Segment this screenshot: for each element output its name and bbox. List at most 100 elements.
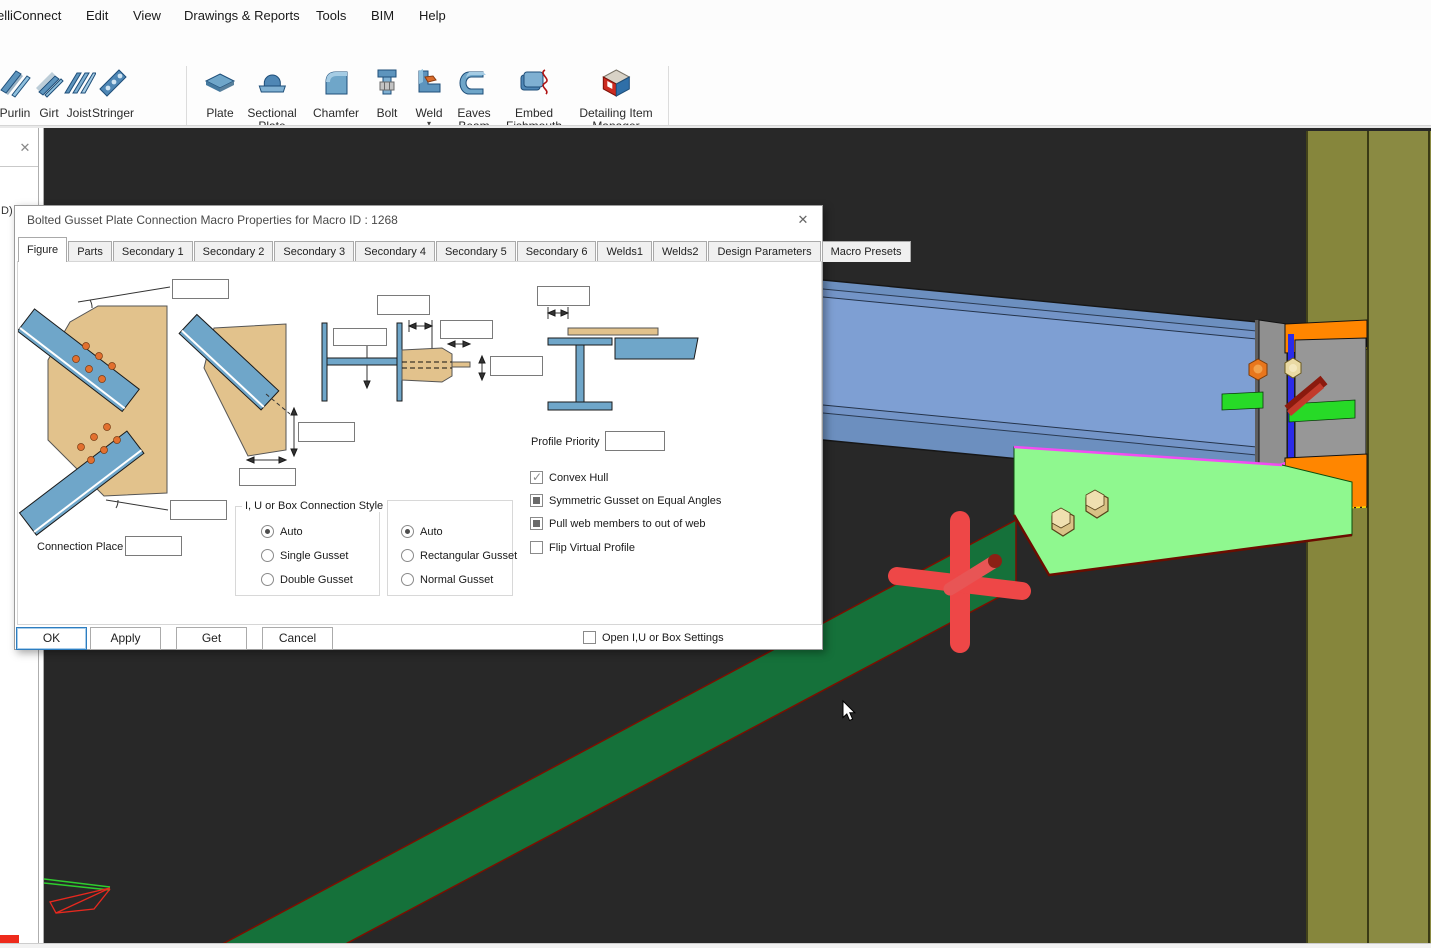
- ribbon-label: Joist: [62, 107, 96, 120]
- menu-item-help[interactable]: Help: [419, 8, 446, 23]
- profile-priority-input[interactable]: [605, 431, 665, 451]
- ribbon-button-sectional-plate[interactable]: Sectional Plate: [247, 66, 296, 133]
- radio-row-auto[interactable]: Auto: [261, 525, 303, 538]
- get-button[interactable]: Get: [176, 627, 247, 650]
- connection-place-label: Connection Place: [37, 541, 123, 553]
- stringer-icon: [96, 66, 130, 100]
- dim-input-elevation-top[interactable]: [537, 286, 590, 306]
- dialog-close-icon[interactable]: ✕: [794, 211, 812, 229]
- ribbon-button-stringer[interactable]: Stringer: [92, 66, 134, 120]
- status-bar: [0, 943, 1431, 948]
- checkbox-row-convex-hull[interactable]: Convex Hull: [530, 471, 608, 484]
- radio-row-normal-gusset[interactable]: Normal Gusset: [401, 573, 493, 586]
- tab-welds1[interactable]: Welds1: [597, 241, 651, 262]
- tab-figure[interactable]: Figure: [18, 237, 67, 262]
- ribbon-button-eaves-beam[interactable]: Eaves Beam: [457, 66, 491, 133]
- convex-hull-checkbox[interactable]: [530, 471, 543, 484]
- dim-input-tongue-right[interactable]: [490, 356, 543, 376]
- tab-secondary-1[interactable]: Secondary 1: [113, 241, 193, 262]
- panel-clipped-text: D): [1, 205, 13, 217]
- radio-row-single-gusset[interactable]: Single Gusset: [261, 549, 348, 562]
- ribbon-label: Purlin: [0, 107, 32, 120]
- ribbon-button-plate[interactable]: Plate: [203, 66, 237, 120]
- dim-input-gusset-edge[interactable]: [298, 422, 355, 442]
- ribbon-button-purlin[interactable]: Purlin: [0, 66, 32, 120]
- ribbon-label: Stringer: [92, 107, 134, 120]
- menu-item-bim[interactable]: BIM: [371, 8, 394, 23]
- flip-virtual-profile-checkbox[interactable]: [530, 541, 543, 554]
- dim-input-gusset-bottom[interactable]: [239, 468, 296, 486]
- ribbon-button-girt[interactable]: Girt: [32, 66, 66, 120]
- ribbon-label: Bolt: [370, 107, 404, 120]
- bolt-icon: [370, 66, 404, 100]
- checkbox-row-pull-web-members[interactable]: Pull web members to out of web: [530, 517, 706, 530]
- checkbox-row-symmetric-gusset[interactable]: Symmetric Gusset on Equal Angles: [530, 494, 721, 507]
- radio-row-auto-2[interactable]: Auto: [401, 525, 443, 538]
- girt-icon: [32, 66, 66, 100]
- dim-input-angle-bottom[interactable]: [170, 500, 227, 520]
- ribbon-button-bolt[interactable]: Bolt: [370, 66, 404, 120]
- ribbon-button-embed-fishmouth[interactable]: Embed Fishmouth: [506, 66, 562, 133]
- menu-item-intelliconnect[interactable]: elliConnect: [0, 8, 61, 23]
- apply-button[interactable]: Apply: [90, 627, 161, 650]
- radio-row-double-gusset[interactable]: Double Gusset: [261, 573, 353, 586]
- embed-fishmouth-icon: [517, 66, 551, 100]
- menu-item-tools[interactable]: Tools: [316, 8, 346, 23]
- dim-input-section-mid[interactable]: [333, 328, 387, 346]
- open-box-settings-row[interactable]: Open I,U or Box Settings: [583, 631, 724, 644]
- ok-button[interactable]: OK: [16, 627, 87, 650]
- radio-label: Auto: [280, 526, 303, 538]
- gusset-shape-group: Auto Rectangular Gusset Normal Gusset: [387, 500, 513, 596]
- dim-input-section-top[interactable]: [377, 295, 430, 315]
- radio-row-rectangular-gusset[interactable]: Rectangular Gusset: [401, 549, 517, 562]
- radio-label: Rectangular Gusset: [420, 550, 517, 562]
- single-gusset-radio[interactable]: [261, 549, 274, 562]
- open-box-settings-checkbox[interactable]: [583, 631, 596, 644]
- panel-close-icon[interactable]: ✕: [16, 139, 34, 157]
- checkbox-label: Convex Hull: [549, 472, 608, 484]
- menu-item-drawings-reports[interactable]: Drawings & Reports: [184, 8, 300, 23]
- tab-secondary-3[interactable]: Secondary 3: [274, 241, 354, 262]
- double-gusset-radio[interactable]: [261, 573, 274, 586]
- ribbon-button-weld[interactable]: Weld ▾: [412, 66, 446, 128]
- dialog-tab-strip: Figure Parts Secondary 1 Secondary 2 Sec…: [18, 236, 912, 262]
- ribbon-button-chamfer[interactable]: Chamfer: [313, 66, 359, 120]
- dim-input-tongue-top[interactable]: [440, 320, 493, 339]
- tab-design-parameters[interactable]: Design Parameters: [708, 241, 820, 262]
- ribbon-label: Plate: [203, 107, 237, 120]
- tab-macro-presets[interactable]: Macro Presets: [822, 241, 911, 262]
- dialog-title: Bolted Gusset Plate Connection Macro Pro…: [27, 213, 398, 227]
- checkbox-label: Open I,U or Box Settings: [602, 632, 724, 644]
- menu-bar: elliConnect Edit View Drawings & Reports…: [0, 0, 1431, 30]
- radio-label: Auto: [420, 526, 443, 538]
- tab-parts[interactable]: Parts: [68, 241, 112, 262]
- macro-properties-dialog: Bolted Gusset Plate Connection Macro Pro…: [14, 205, 823, 650]
- ribbon-toolbar: Purlin Girt Joist Stringer Plate Section…: [0, 30, 1431, 125]
- ribbon-button-joist[interactable]: Joist: [62, 66, 96, 120]
- normal-gusset-radio[interactable]: [401, 573, 414, 586]
- plate-icon: [203, 66, 237, 100]
- tab-secondary-2[interactable]: Secondary 2: [194, 241, 274, 262]
- tab-welds2[interactable]: Welds2: [653, 241, 707, 262]
- auto-radio[interactable]: [261, 525, 274, 538]
- tab-secondary-4[interactable]: Secondary 4: [355, 241, 435, 262]
- menu-item-edit[interactable]: Edit: [86, 8, 108, 23]
- eaves-beam-icon: [457, 66, 491, 100]
- detailing-item-manager-icon: [599, 66, 633, 100]
- sectional-plate-icon: [255, 66, 289, 100]
- dim-input-angle-top[interactable]: [172, 279, 229, 299]
- groupbox-title: I, U or Box Connection Style: [242, 500, 386, 512]
- checkbox-row-flip-virtual-profile[interactable]: Flip Virtual Profile: [530, 541, 635, 554]
- tab-secondary-5[interactable]: Secondary 5: [436, 241, 516, 262]
- profile-priority-label: Profile Priority: [531, 436, 599, 448]
- tab-secondary-6[interactable]: Secondary 6: [517, 241, 597, 262]
- connection-place-input[interactable]: [125, 536, 182, 556]
- symmetric-gusset-checkbox[interactable]: [530, 494, 543, 507]
- checkbox-label: Symmetric Gusset on Equal Angles: [549, 495, 721, 507]
- auto-shape-radio[interactable]: [401, 525, 414, 538]
- menu-item-view[interactable]: View: [133, 8, 161, 23]
- rectangular-gusset-radio[interactable]: [401, 549, 414, 562]
- cancel-button[interactable]: Cancel: [262, 627, 333, 650]
- ribbon-button-detailing-item-manager[interactable]: Detailing Item Manager: [579, 66, 652, 133]
- pull-web-members-checkbox[interactable]: [530, 517, 543, 530]
